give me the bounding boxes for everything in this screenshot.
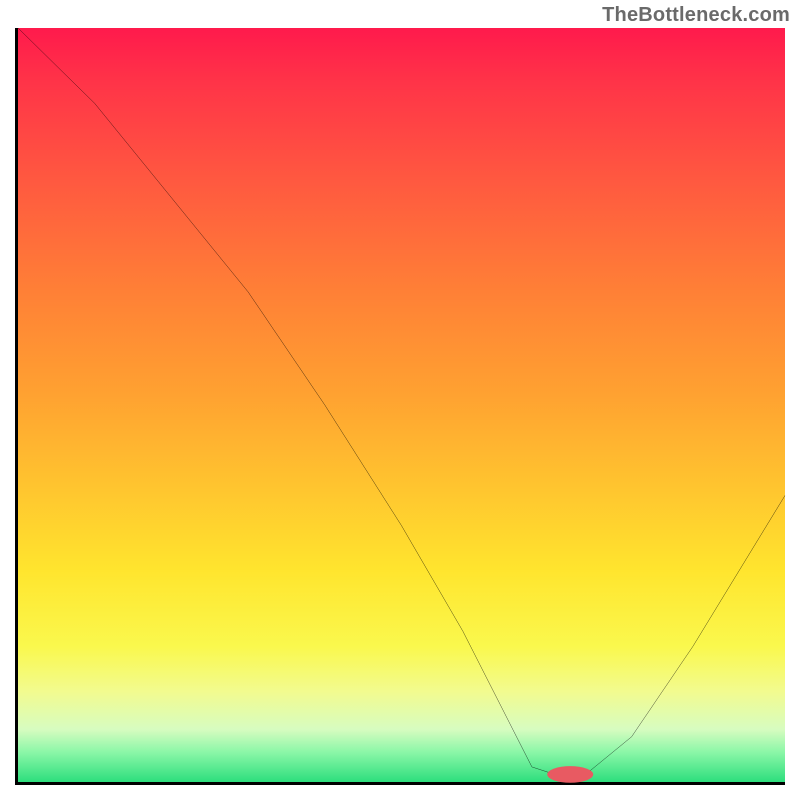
curve-layer (18, 28, 785, 782)
optimal-marker (547, 766, 593, 783)
watermark-text: TheBottleneck.com (602, 4, 790, 27)
chart-canvas: TheBottleneck.com (0, 0, 800, 800)
bottleneck-curve-path (18, 28, 785, 774)
plot-area (15, 28, 785, 785)
